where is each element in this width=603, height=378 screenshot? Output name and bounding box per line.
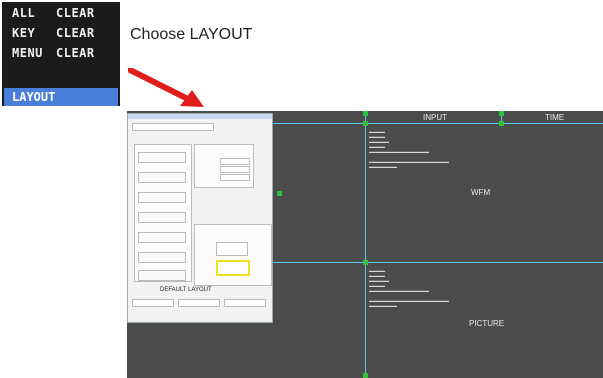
menu-item-value: CLEAR <box>56 26 95 40</box>
menu-item-value: CLEAR <box>56 6 95 20</box>
dialog-value-field[interactable] <box>220 158 250 165</box>
marker-icon <box>277 191 282 196</box>
marker-icon <box>499 121 504 126</box>
menu-item-key: MENU <box>12 46 43 60</box>
menu-item-value: CLEAR <box>56 46 95 60</box>
dialog-window-button[interactable] <box>138 192 186 203</box>
red-arrow-icon <box>128 68 204 107</box>
dialog-value-field[interactable] <box>220 166 250 173</box>
layout-dialog: DEFAULT LAYOUT <box>127 113 273 323</box>
marker-icon <box>363 260 368 265</box>
instruction-caption: Choose LAYOUT <box>130 26 253 43</box>
dialog-bottom-field[interactable] <box>132 299 174 307</box>
dialog-window-button[interactable] <box>138 232 186 243</box>
header-time-label: TIME <box>545 113 565 122</box>
dialog-position-button[interactable] <box>216 242 248 256</box>
marker-icon <box>499 111 504 116</box>
default-layout-button[interactable]: DEFAULT LAYOUT <box>160 287 212 293</box>
dialog-selected-position-button[interactable] <box>216 260 250 276</box>
window-1-label: WFM <box>471 188 491 197</box>
dialog-window-button[interactable] <box>138 152 186 163</box>
menu-item-key: ALL <box>12 6 36 20</box>
dialog-title-bar <box>128 114 272 119</box>
dialog-window-button[interactable] <box>138 212 186 223</box>
dialog-window-button[interactable] <box>138 252 186 263</box>
divider-vertical <box>365 111 366 378</box>
window-2-label: PICTURE <box>469 319 505 328</box>
dialog-name-field[interactable] <box>132 123 214 131</box>
marker-icon <box>363 111 368 116</box>
menu-item-layout[interactable]: LAYOUT <box>4 88 118 106</box>
menu-item-key: KEY <box>12 26 36 40</box>
dialog-bottom-field[interactable] <box>224 299 266 307</box>
dialog-value-field[interactable] <box>220 174 250 181</box>
window-2-info: ▬▬▬▬ ▬▬▬▬ ▬▬▬▬▬ ▬▬▬▬ ▬▬▬▬▬▬▬▬▬▬▬▬▬▬▬ ▬▬▬… <box>369 268 449 308</box>
dialog-bottom-field[interactable] <box>178 299 220 307</box>
dialog-window-button[interactable] <box>138 172 186 183</box>
menu-item-key-clear[interactable]: KEY CLEAR <box>12 24 95 42</box>
menu-item-menu-clear[interactable]: MENU CLEAR <box>12 44 95 62</box>
marker-icon <box>363 373 368 378</box>
menu-item-all-clear[interactable]: ALL CLEAR <box>12 4 95 22</box>
layout-screen-preview: INPUT TIME ▬▬▬▬ ▬▬▬▬ ▬▬▬▬▬ ▬▬▬▬ ▬▬▬▬▬▬▬▬… <box>127 111 603 378</box>
marker-icon <box>363 121 368 126</box>
header-input-label: INPUT <box>423 113 447 122</box>
layout-menu: ALL CLEAR KEY CLEAR MENU CLEAR LAYOUT <box>2 2 120 106</box>
dialog-window-button[interactable] <box>138 270 186 281</box>
window-1-info: ▬▬▬▬ ▬▬▬▬ ▬▬▬▬▬ ▬▬▬▬ ▬▬▬▬▬▬▬▬▬▬▬▬▬▬▬ ▬▬▬… <box>369 129 449 169</box>
